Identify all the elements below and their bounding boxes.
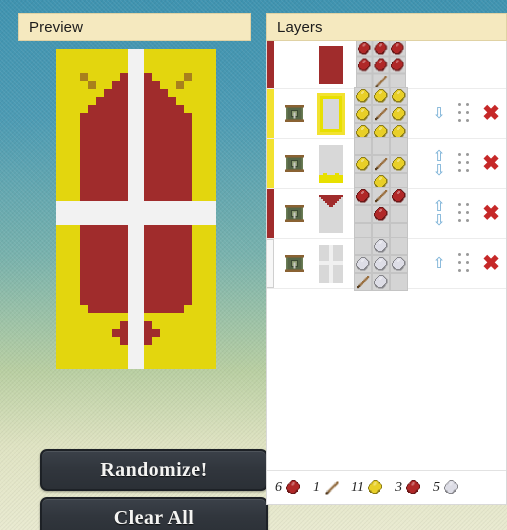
layer-pattern-swatch-cell[interactable]: [311, 144, 351, 183]
loom-icon[interactable]: [284, 104, 304, 123]
layers-panel-header: Layers: [266, 13, 507, 41]
material-count-value: 5: [432, 479, 440, 495]
layer-color-accent: [267, 139, 274, 188]
material-count-value: 6: [275, 479, 282, 495]
layer-loom-cell[interactable]: [277, 204, 311, 223]
recipe-grid-red-dye: [356, 41, 406, 90]
delete-layer-icon[interactable]: ✖: [482, 153, 500, 174]
randomize-button[interactable]: Randomize!: [40, 449, 268, 491]
layer-color-accent: [267, 239, 274, 288]
delete-layer-icon[interactable]: ✖: [482, 203, 500, 224]
preview-panel-header: Preview: [18, 13, 251, 41]
layer-loom-cell[interactable]: [277, 104, 311, 123]
drag-handle-icon[interactable]: [458, 203, 470, 224]
banner-designer-app: Preview Randomize! Clear All Layers ⇩ ✖ ⇧ ⇩…: [0, 0, 507, 530]
layer-reorder-arrows: ⇧ ⇩: [426, 149, 452, 178]
layer-drag-cell[interactable]: [452, 253, 476, 274]
delete-layer-icon[interactable]: ✖: [482, 253, 500, 274]
pattern-swatch-cross[interactable]: [319, 244, 343, 283]
banner-preview: [56, 49, 216, 369]
layer-loom-cell[interactable]: [277, 154, 311, 173]
loom-icon[interactable]: [284, 204, 304, 223]
layer-delete-cell[interactable]: ✖: [476, 203, 506, 224]
material-count: 11: [351, 479, 384, 496]
layer-row[interactable]: ⇧ ⇩ ✖: [267, 186, 506, 241]
pattern-swatch-base-dexter-canton[interactable]: [319, 144, 343, 183]
recipe-grid-yellow-dye: [354, 86, 408, 141]
layer-row[interactable]: [267, 41, 506, 90]
layer-row[interactable]: ⇧ ✖: [267, 236, 506, 291]
layer-drag-cell[interactable]: [452, 153, 476, 174]
preview-title: Preview: [29, 18, 84, 36]
delete-layer-icon[interactable]: ✖: [482, 103, 500, 124]
materials-status-bar: 6 1 11 3 5: [267, 470, 506, 504]
move-layer-down-icon[interactable]: ⇩: [433, 213, 446, 228]
layer-reorder-arrows: ⇧: [426, 256, 452, 271]
layers-title: Layers: [277, 18, 323, 36]
layer-recipe-grid-cell: [351, 86, 411, 141]
pattern-swatch-base-banner[interactable]: [319, 45, 343, 84]
layer-delete-cell[interactable]: ✖: [476, 253, 506, 274]
layer-recipe-grid-cell: [351, 236, 411, 291]
move-layer-down-icon[interactable]: ⇩: [433, 106, 446, 121]
preview-panel: Randomize! Clear All: [18, 41, 268, 530]
yellow-dye-icon: [366, 479, 384, 496]
layers-panel: ⇩ ✖ ⇧ ⇩ ✖ ⇧ ⇩ ✖ ⇧ ✖ 6 1 11 3 5: [266, 41, 507, 505]
recipe-grid-red-dye: [354, 186, 408, 241]
layer-color-accent: [267, 41, 274, 88]
material-count: 6: [275, 479, 302, 496]
move-layer-up-icon[interactable]: ⇧: [433, 256, 446, 271]
drag-handle-icon[interactable]: [458, 153, 470, 174]
clear-all-button[interactable]: Clear All: [40, 497, 268, 530]
loom-icon[interactable]: [284, 154, 304, 173]
material-count-value: 11: [351, 479, 364, 495]
layer-delete-cell[interactable]: ✖: [476, 103, 506, 124]
layer-delete-cell[interactable]: ✖: [476, 153, 506, 174]
material-count-value: 1: [313, 479, 320, 495]
layer-recipe-grid-cell: [351, 41, 411, 90]
red-dye-icon: [404, 479, 422, 496]
recipe-grid-yellow-dye: [354, 136, 408, 191]
layer-row[interactable]: ⇧ ⇩ ✖: [267, 136, 506, 191]
layer-pattern-swatch-cell[interactable]: [311, 244, 351, 283]
layer-pattern-swatch-cell[interactable]: [311, 45, 351, 84]
white-dye-icon: [442, 479, 460, 496]
layer-reorder-arrows: ⇧ ⇩: [426, 199, 452, 228]
move-layer-down-icon[interactable]: ⇩: [433, 163, 446, 178]
layer-row[interactable]: ⇩ ✖: [267, 86, 506, 141]
red-dye-icon: [285, 479, 302, 496]
pattern-swatch-bordure[interactable]: [317, 92, 345, 135]
recipe-grid-white-dye: [354, 236, 408, 291]
layer-color-accent: [267, 189, 274, 238]
material-count-value: 3: [394, 479, 402, 495]
layer-loom-cell[interactable]: [277, 254, 311, 273]
layer-pattern-swatch-cell[interactable]: [311, 92, 351, 135]
pattern-swatch-inverted-chevron[interactable]: [319, 194, 343, 233]
material-count: 1: [313, 479, 340, 496]
material-count: 5: [433, 479, 460, 496]
layer-drag-cell[interactable]: [452, 203, 476, 224]
drag-handle-icon[interactable]: [458, 103, 470, 124]
layer-color-accent: [267, 89, 274, 138]
layer-drag-cell[interactable]: [452, 103, 476, 124]
layers-list: ⇩ ✖ ⇧ ⇩ ✖ ⇧ ⇩ ✖ ⇧ ✖: [267, 41, 506, 470]
material-count: 3: [395, 479, 422, 496]
layer-recipe-grid-cell: [351, 186, 411, 241]
loom-icon[interactable]: [284, 254, 304, 273]
drag-handle-icon[interactable]: [458, 253, 470, 274]
layer-reorder-arrows: ⇩: [426, 106, 452, 121]
stick-icon: [323, 479, 340, 496]
layer-pattern-swatch-cell[interactable]: [311, 194, 351, 233]
layer-recipe-grid-cell: [351, 136, 411, 191]
banner-preview-canvas: [56, 49, 216, 369]
